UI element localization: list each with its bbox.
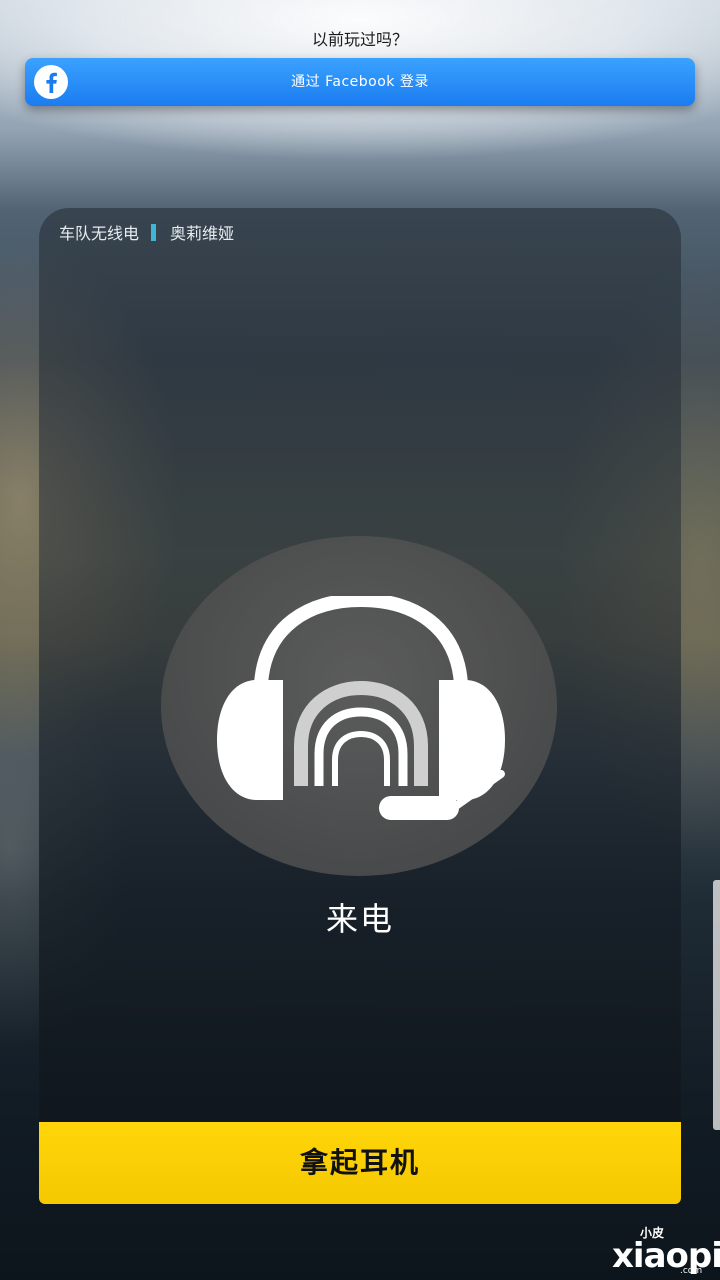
side-scroll-handle[interactable] xyxy=(713,880,720,1130)
header-divider xyxy=(151,223,157,241)
incoming-call-status: 来电 xyxy=(325,900,394,938)
returning-player-prompt: 以前玩过吗？ xyxy=(311,30,408,49)
caller-name: 奥莉维娅 xyxy=(170,224,235,243)
headset-icon xyxy=(217,596,505,820)
watermark-logo-text: xiaopi xyxy=(612,1236,720,1276)
radio-header: 车队无线电 奥莉维娅 xyxy=(59,222,235,243)
pick-up-headset-button[interactable]: 拿起耳机 xyxy=(39,1122,681,1204)
facebook-login-button[interactable]: 通过 Facebook 登录 xyxy=(25,58,695,106)
team-radio-card: 车队无线电 奥莉维娅 来电 xyxy=(39,208,681,1204)
site-watermark: 小皮 xiaopi .com xyxy=(612,1222,720,1278)
pick-up-headset-label: 拿起耳机 xyxy=(299,1146,420,1179)
facebook-login-label: 通过 Facebook 登录 xyxy=(291,74,429,90)
watermark-domain: .com xyxy=(680,1266,703,1276)
radio-channel-label: 车队无线电 xyxy=(59,224,140,243)
